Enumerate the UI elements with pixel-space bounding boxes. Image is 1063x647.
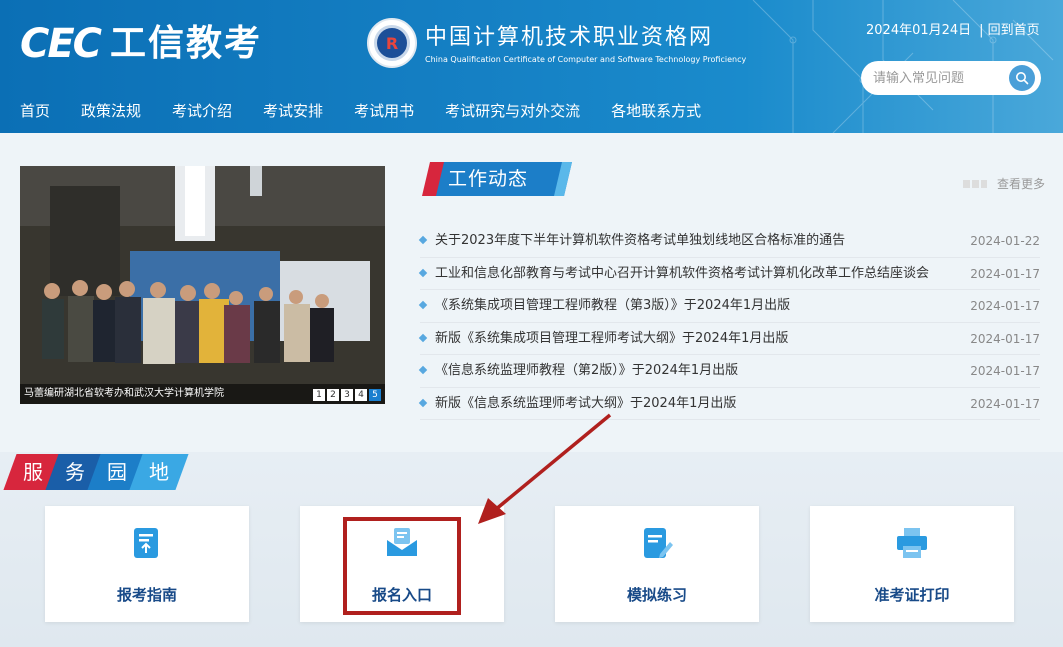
service-char: 服 (23, 460, 43, 484)
news-header: 工作动态 查看更多 (418, 162, 1045, 196)
date-bar: 2024年01月24日 | 回到首页 (866, 19, 1040, 38)
nav-local-contacts[interactable]: 各地联系方式 (611, 96, 701, 133)
carousel-page-2[interactable]: 2 (327, 389, 339, 401)
news-date: 2024-01-17 (970, 364, 1040, 378)
news-item[interactable]: 新版《系统集成项目管理工程师考试大纲》于2024年1月出版 2024-01-17 (418, 323, 1040, 355)
service-char: 园 (107, 460, 127, 484)
news-title[interactable]: 新版《系统集成项目管理工程师考试大纲》于2024年1月出版 (435, 329, 955, 349)
nav-exam-books[interactable]: 考试用书 (354, 96, 414, 133)
carousel-pager: 1 2 3 4 5 (313, 389, 381, 401)
news-title[interactable]: 《系统集成项目管理工程师教程（第3版）》于2024年1月出版 (435, 296, 955, 316)
view-more-label: 查看更多 (996, 177, 1045, 191)
card-label: 报考指南 (116, 586, 177, 604)
site-title: 中国计算机技术职业资格网 China Qualification Certifi… (425, 24, 746, 66)
guide-document-icon (134, 528, 158, 558)
current-date: 2024年01月24日 (866, 23, 972, 38)
news-item[interactable]: 工业和信息化部教育与考试中心召开计算机软件资格考试计算机化改革工作总结座谈会 2… (418, 258, 1040, 290)
site-header: CEC 工信教考 R 中国计算机技术职业资格网 China Qualificat… (0, 0, 1063, 133)
news-item[interactable]: 关于2023年度下半年计算机软件资格考试单独划线地区合格标准的通告 2024-0… (418, 225, 1040, 258)
bullet-icon (418, 268, 428, 277)
view-more-link[interactable]: 查看更多 (962, 175, 1045, 192)
news-title[interactable]: 关于2023年度下半年计算机软件资格考试单独划线地区合格标准的通告 (435, 231, 955, 251)
carousel-page-4[interactable]: 4 (355, 389, 367, 401)
card-label: 模拟练习 (626, 586, 687, 604)
news-title[interactable]: 《信息系统监理师教程（第2版）》于2024年1月出版 (435, 361, 955, 381)
card-exam-guide[interactable]: 报考指南 (45, 506, 249, 622)
cec-logo[interactable]: CEC 工信教考 (20, 22, 262, 66)
nav-exam-intro[interactable]: 考试介绍 (172, 96, 232, 133)
main-nav: 首页 政策法规 考试介绍 考试安排 考试用书 考试研究与对外交流 各地联系方式 (0, 96, 732, 133)
news-date: 2024-01-17 (970, 331, 1040, 346)
search-input[interactable] (873, 68, 1003, 88)
bullet-icon (418, 235, 428, 245)
news-date: 2024-01-17 (970, 299, 1040, 313)
news-title[interactable]: 工业和信息化部教育与考试中心召开计算机软件资格考试计算机化改革工作总结座谈会 (435, 264, 955, 284)
annotation-arrow (478, 413, 612, 524)
logo-text: CEC (20, 21, 102, 67)
news-list: 关于2023年度下半年计算机软件资格考试单独划线地区合格标准的通告 2024-0… (418, 225, 1040, 420)
news-heading: 工作动态 (448, 168, 529, 190)
search-icon (1016, 72, 1029, 85)
carousel-page-5[interactable]: 5 (369, 389, 381, 401)
qualification-seal-logo: R (367, 18, 417, 68)
news-date: 2024-01-17 (970, 266, 1040, 281)
highlight-box (343, 517, 461, 615)
nav-research-exchange[interactable]: 考试研究与对外交流 (445, 96, 580, 133)
news-item[interactable]: 《系统集成项目管理工程师教程（第3版）》于2024年1月出版 2024-01-1… (418, 290, 1040, 323)
nav-exam-schedule[interactable]: 考试安排 (263, 96, 323, 133)
seal-mark: R (374, 25, 410, 61)
nav-home[interactable]: 首页 (20, 96, 50, 133)
carousel-page-1[interactable]: 1 (313, 389, 325, 401)
printer-icon (897, 528, 927, 558)
service-heading: 服 务 园 地 (3, 454, 189, 490)
news-item[interactable]: 《信息系统监理师教程（第2版）》于2024年1月出版 2024-01-17 (418, 355, 1040, 388)
bullet-icon (418, 365, 428, 375)
edit-document-icon (644, 528, 673, 558)
site-title-cn: 中国计算机技术职业资格网 (425, 25, 714, 50)
news-date: 2024-01-22 (970, 234, 1040, 248)
nav-policies[interactable]: 政策法规 (81, 96, 141, 133)
carousel-photo (20, 166, 385, 404)
logo-chinese-text: 工信教考 (110, 23, 263, 64)
search-box (861, 61, 1041, 95)
news-date: 2024-01-17 (970, 396, 1040, 411)
bullet-icon (418, 300, 428, 310)
site-title-en: China Qualification Certificate of Compu… (425, 55, 747, 64)
service-char: 地 (149, 460, 169, 484)
more-bars-icon (962, 179, 987, 188)
search-button[interactable] (1009, 65, 1035, 91)
card-label: 准考证打印 (874, 586, 950, 604)
home-link[interactable]: 回到首页 (988, 23, 1040, 38)
service-char: 务 (65, 460, 85, 484)
separator: | (979, 23, 984, 38)
card-admission-ticket-print[interactable]: 准考证打印 (810, 506, 1014, 622)
carousel-page-3[interactable]: 3 (341, 389, 353, 401)
photo-carousel[interactable]: 马蕾编研湖北省软考办和武汉大学计算机学院 1 2 3 4 5 (20, 166, 385, 404)
bullet-icon (418, 333, 428, 342)
bullet-icon (418, 398, 428, 407)
